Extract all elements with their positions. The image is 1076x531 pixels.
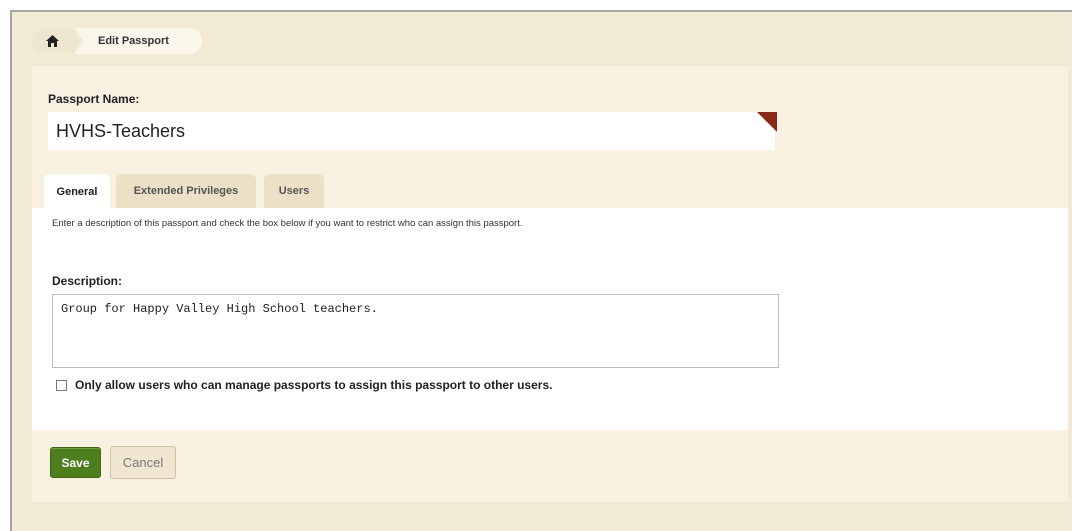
tab-users[interactable]: Users [264, 174, 324, 208]
edit-passport-panel: Passport Name: General Extended Privileg… [32, 66, 1068, 502]
home-icon [45, 35, 59, 47]
breadcrumb: Edit Passport [32, 28, 202, 54]
breadcrumb-home[interactable] [32, 28, 72, 54]
tab-general[interactable]: General [44, 174, 110, 209]
description-label: Description: [52, 274, 123, 288]
description-textarea[interactable]: Group for Happy Valley High School teach… [52, 294, 779, 368]
general-tab-content: Enter a description of this passport and… [32, 208, 1068, 430]
help-text: Enter a description of this passport and… [52, 218, 523, 229]
restrict-assignment-row: Only allow users who can manage passport… [56, 378, 552, 392]
restrict-assignment-checkbox[interactable] [56, 379, 67, 391]
breadcrumb-current: Edit Passport [74, 28, 202, 54]
page-frame: Edit Passport Passport Name: General Ext… [10, 10, 1072, 531]
passport-name-input[interactable] [48, 112, 775, 150]
cancel-button[interactable]: Cancel [110, 446, 176, 479]
passport-name-label: Passport Name: [48, 92, 140, 106]
save-button[interactable]: Save [50, 447, 101, 478]
required-field-indicator [757, 112, 777, 132]
restrict-assignment-label[interactable]: Only allow users who can manage passport… [75, 378, 552, 392]
tab-extended-privileges[interactable]: Extended Privileges [116, 174, 256, 208]
